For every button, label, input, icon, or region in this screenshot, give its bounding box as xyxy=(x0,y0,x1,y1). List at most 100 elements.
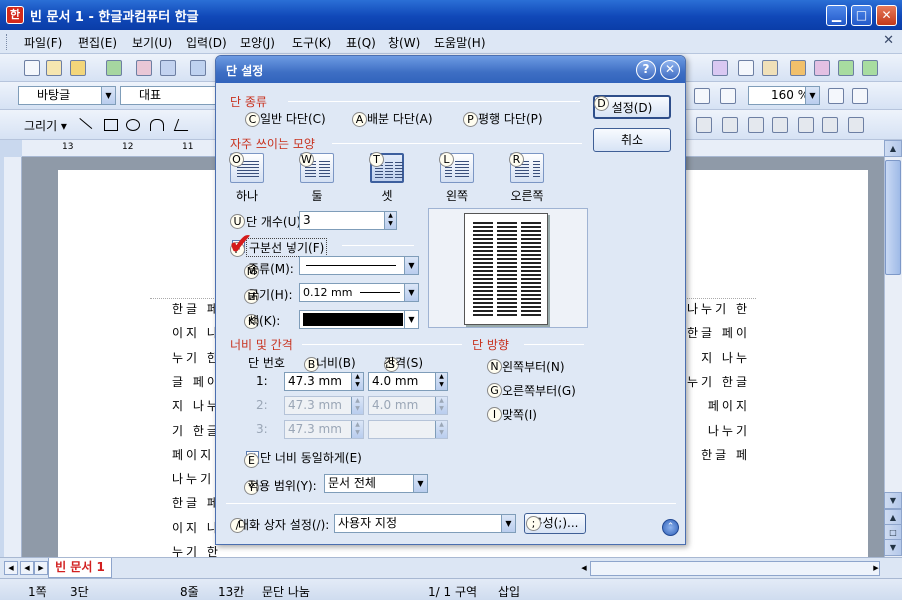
title-bar: 한 빈 문서 1 - 한글과컴퓨터 한글 ▁ □ ✕ xyxy=(0,0,902,30)
line-type-select[interactable]: ▼ xyxy=(299,256,419,275)
dialog-setting-select[interactable]: 사용자 지정 ▼ xyxy=(334,514,516,533)
macro2-icon[interactable] xyxy=(862,60,878,76)
scroll-left-icon[interactable]: ◀ xyxy=(578,561,590,576)
maximize-button[interactable]: □ xyxy=(851,5,872,26)
tab-next-button[interactable]: ▶ xyxy=(34,561,48,575)
copy-format-icon[interactable] xyxy=(738,60,754,76)
close-icon[interactable]: ✕ xyxy=(660,60,680,80)
chevron-down-icon[interactable]: ▼ xyxy=(805,87,819,104)
document-tab[interactable]: 빈 문서 1 xyxy=(48,558,112,578)
horizontal-scrollbar[interactable] xyxy=(590,561,880,576)
back-icon[interactable] xyxy=(772,117,788,133)
undo-icon[interactable] xyxy=(190,60,206,76)
preset-line xyxy=(237,176,259,177)
menu-window[interactable]: 창(W) xyxy=(388,34,420,51)
apply-range-select[interactable]: 문서 전체 ▼ xyxy=(324,474,428,493)
scroll-thumb[interactable] xyxy=(885,160,901,275)
app-icon[interactable]: 한 xyxy=(6,6,24,24)
menu-tools[interactable]: 도구(K) xyxy=(292,34,331,51)
line-color-select[interactable]: ▼ xyxy=(299,310,419,329)
zoom-combo[interactable]: 160 % ▼ xyxy=(748,86,820,105)
ungroup-icon[interactable] xyxy=(722,117,738,133)
divider-label[interactable]: 구분선 넣기(F) xyxy=(246,238,328,257)
rect-tool-icon[interactable] xyxy=(104,119,118,131)
group-icon[interactable] xyxy=(696,117,712,133)
chevron-down-icon[interactable]: ▼ xyxy=(501,515,515,532)
next-page-button[interactable]: ▼ xyxy=(884,539,902,556)
chevron-down-icon[interactable]: ▼ xyxy=(413,475,427,492)
direction-label[interactable]: 왼쪽부터(N) xyxy=(502,358,565,375)
new-document-icon[interactable] xyxy=(24,60,40,76)
column-type-label[interactable]: 일반 다단(C) xyxy=(260,110,326,127)
menu-view[interactable]: 보기(U) xyxy=(132,34,172,51)
scroll-up-button[interactable]: ▲ xyxy=(884,140,902,157)
menu-table[interactable]: 표(Q) xyxy=(346,34,376,51)
macro1-icon[interactable] xyxy=(838,60,854,76)
close-button[interactable]: ✕ xyxy=(876,5,897,26)
status-mode[interactable]: 삽입 xyxy=(498,583,520,600)
menu-help[interactable]: 도움말(H) xyxy=(434,34,486,51)
menu-insert[interactable]: 입력(D) xyxy=(186,34,227,51)
arc-tool-icon[interactable] xyxy=(150,119,164,131)
chevron-down-icon[interactable]: ▼ xyxy=(404,284,418,301)
chevron-down-icon[interactable]: ▼ xyxy=(404,311,418,328)
help-icon[interactable]: ? xyxy=(636,60,656,80)
dialog-title-bar[interactable]: 단 설정 ? ✕ xyxy=(216,56,685,83)
tab-first-button[interactable]: ◀ xyxy=(4,561,18,575)
scroll-right-icon[interactable]: ▶ xyxy=(870,561,882,576)
column-width-input[interactable]: 47.3 mm ▲ ▼ xyxy=(284,372,364,391)
presentation-icon[interactable] xyxy=(814,60,830,76)
scroll-down-button[interactable]: ▼ xyxy=(884,492,902,509)
chevron-down-icon[interactable]: ▼ xyxy=(101,87,115,104)
chevron-down-icon[interactable]: ▼ xyxy=(404,257,418,274)
line-thickness-value: 0.12 mm xyxy=(303,286,353,299)
menu-file[interactable]: 파일(F) xyxy=(24,34,62,51)
spin-icon[interactable]: ▲ ▼ xyxy=(435,373,447,390)
style-combo[interactable]: 바탕글 ▼ xyxy=(18,86,116,105)
save-icon[interactable] xyxy=(106,60,122,76)
align-right-icon[interactable] xyxy=(720,88,736,104)
line-thickness-select[interactable]: 0.12 mm ▼ xyxy=(299,283,419,302)
spin-icon[interactable]: ▲ ▼ xyxy=(384,212,396,229)
font-combo-value: 대표 xyxy=(139,88,162,102)
draw-menu[interactable]: 그리기 ▾ xyxy=(24,117,67,134)
front-icon[interactable] xyxy=(748,117,764,133)
menu-edit[interactable]: 편집(E) xyxy=(78,34,117,51)
direction-label[interactable]: 맞쪽(I) xyxy=(502,406,537,423)
vertical-ruler[interactable] xyxy=(4,157,22,557)
settings-icon[interactable] xyxy=(848,117,864,133)
memo-icon[interactable] xyxy=(762,60,778,76)
cancel-button[interactable]: 취소 xyxy=(593,128,671,152)
open-folder-icon[interactable] xyxy=(70,60,86,76)
polygon-tool-icon[interactable] xyxy=(173,119,193,131)
spin-icon[interactable]: ▲ ▼ xyxy=(351,373,363,390)
status-columns: 3단 xyxy=(70,585,89,599)
preview-page xyxy=(464,213,548,325)
align-objects-icon[interactable] xyxy=(822,117,838,133)
tab-prev-button[interactable]: ◀ xyxy=(20,561,34,575)
menu-format[interactable]: 모양(J) xyxy=(240,34,275,51)
font-style-icon[interactable] xyxy=(712,60,728,76)
column-type-label[interactable]: 배분 다단(A) xyxy=(367,110,433,127)
column-count-input[interactable]: 3 ▲ ▼ xyxy=(299,211,397,230)
mail-icon[interactable] xyxy=(798,117,814,133)
minimize-button[interactable]: ▁ xyxy=(826,5,847,26)
expand-icon[interactable]: ⌃ xyxy=(662,519,679,536)
column-gap-input[interactable]: 4.0 mm ▲ ▼ xyxy=(368,372,448,391)
column-width-input: 47.3 mm ▲ ▼ xyxy=(284,420,364,439)
preview-icon[interactable] xyxy=(160,60,176,76)
align-center-icon[interactable] xyxy=(694,88,710,104)
font-combo[interactable]: 대표 xyxy=(120,86,216,105)
indent-decrease-icon[interactable] xyxy=(852,88,868,104)
column-type-label[interactable]: 평행 다단(P) xyxy=(478,110,543,127)
ellipse-tool-icon[interactable] xyxy=(126,119,140,131)
checkmark-icon: ✔ xyxy=(228,227,254,262)
line-tool-icon[interactable] xyxy=(71,118,93,140)
equal-width-label[interactable]: 단 너비 동일하게(E) xyxy=(260,449,362,466)
print-icon[interactable] xyxy=(136,60,152,76)
bookmark-icon[interactable] xyxy=(790,60,806,76)
indent-increase-icon[interactable] xyxy=(828,88,844,104)
document-close-icon[interactable]: ✕ xyxy=(883,33,894,48)
direction-label[interactable]: 오른쪽부터(G) xyxy=(502,382,576,399)
template-icon[interactable] xyxy=(46,60,62,76)
